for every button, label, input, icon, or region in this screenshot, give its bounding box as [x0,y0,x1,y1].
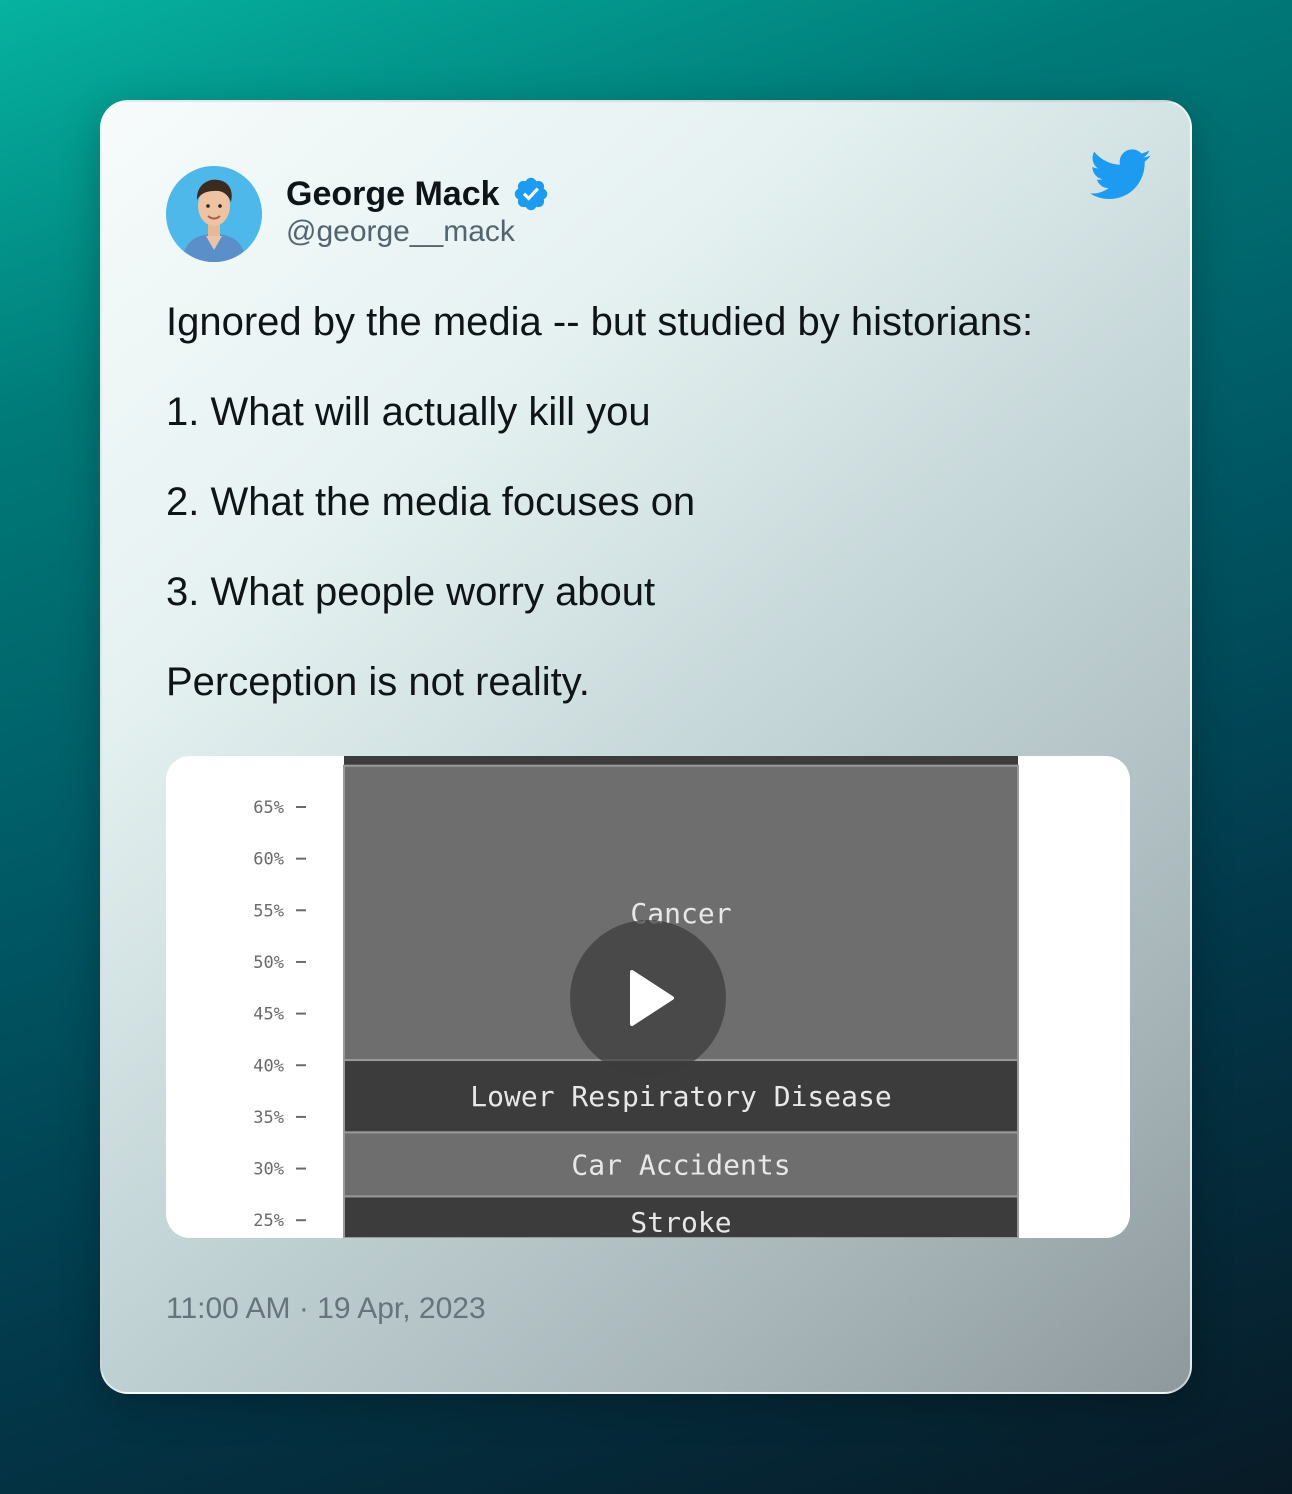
author-name[interactable]: George Mack [286,175,500,214]
tweet-line: Ignored by the media -- but studied by h… [166,300,1034,344]
tweet-card: George Mack @george__mack Ignored by the… [100,100,1192,1394]
y-tick-label: 55% [253,901,284,921]
tweet-line: Perception is not reality. [166,660,590,704]
author-handle[interactable]: @george__mack [286,215,515,249]
y-tick-label: 35% [253,1108,284,1128]
avatar[interactable] [166,166,262,262]
y-tick-label: 65% [253,798,284,818]
y-tick-label: 25% [253,1211,284,1231]
segment-label: Lower Respiratory Disease [470,1080,891,1113]
segment-label: Stroke [630,1206,731,1238]
y-tick-label: 30% [253,1160,284,1180]
y-tick-label: 50% [253,953,284,973]
author-row: George Mack [286,174,550,214]
video-player[interactable]: Cancer Lower Respiratory Disease Car Accid… [166,756,1130,1238]
timestamp[interactable]: 11:00 AM · 19 Apr, 2023 [166,1292,486,1326]
y-tick-label: 40% [253,1056,284,1076]
y-tick-label: 60% [253,850,284,870]
play-icon [630,970,674,1026]
twitter-bird-icon[interactable] [1090,148,1152,202]
tweet-body: Ignored by the media -- but studied by h… [166,298,1146,748]
y-tick-label: 45% [253,1005,284,1025]
tweet-line: 2. What the media focuses on [166,480,696,524]
tweet-line: 3. What people worry about [166,570,656,614]
play-button[interactable] [570,920,726,1076]
tweet-line: 1. What will actually kill you [166,390,651,434]
segment-label: Car Accidents [571,1148,790,1181]
verified-badge-icon [514,177,547,211]
